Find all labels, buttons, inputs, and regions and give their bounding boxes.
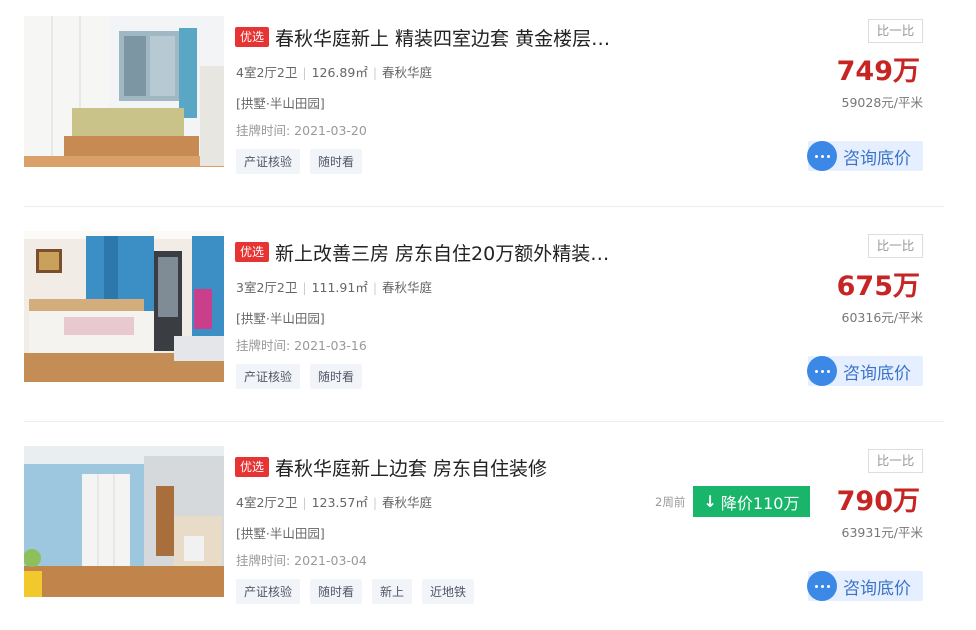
- featured-badge: 优选: [235, 457, 270, 477]
- estate-name[interactable]: 春秋华庭: [382, 65, 432, 80]
- consult-label: 咨询底价: [843, 578, 911, 599]
- listing-title-row[interactable]: 优选 新上改善三房 房东自住20万额外精装…: [235, 239, 609, 265]
- compare-button[interactable]: 比一比: [868, 234, 923, 258]
- chat-bubble-icon: [807, 571, 837, 601]
- tag: 随时看: [310, 364, 363, 389]
- community-location[interactable]: [拱墅·半山田园]: [236, 308, 325, 327]
- consult-price-button[interactable]: 咨询底价: [807, 571, 923, 601]
- listing-photo[interactable]: [24, 446, 224, 597]
- listing-photo[interactable]: [24, 231, 224, 382]
- tag: 新上: [372, 579, 413, 604]
- total-price: 749万: [836, 56, 920, 87]
- separator: |: [372, 495, 378, 510]
- listing-title[interactable]: 春秋华庭新上 精装四室边套 黄金楼层…: [275, 24, 610, 51]
- total-price: 790万: [836, 486, 920, 517]
- tag: 产证核验: [236, 364, 301, 389]
- price-drop-badge: ↓ 降价110万: [693, 486, 810, 517]
- floor-area: 123.57㎡: [311, 495, 368, 510]
- divider: [24, 421, 944, 422]
- listing-date: 挂牌时间: 2021-03-04: [236, 553, 367, 568]
- tag: 产证核验: [236, 579, 301, 604]
- consult-label: 咨询底价: [843, 363, 911, 384]
- consult-price-button[interactable]: 咨询底价: [807, 141, 923, 171]
- listing-info: 4室2厅2卫 | 126.89㎡ | 春秋华庭: [236, 62, 432, 81]
- listing-title-row[interactable]: 优选 春秋华庭新上 精装四室边套 黄金楼层…: [235, 24, 610, 50]
- listing-photo[interactable]: [24, 16, 224, 167]
- chat-bubble-icon: [807, 141, 837, 171]
- separator: |: [372, 65, 378, 80]
- unit-price: 59028元/平米: [841, 95, 923, 110]
- price-drop-label: 降价110万: [720, 493, 800, 513]
- tag-list: 产证核验 随时看 新上 近地铁: [236, 579, 475, 604]
- tag: 随时看: [310, 149, 363, 174]
- estate-name[interactable]: 春秋华庭: [382, 280, 432, 295]
- floor-area: 126.89㎡: [311, 65, 368, 80]
- tag-list: 产证核验 随时看: [236, 364, 363, 389]
- listing-title[interactable]: 春秋华庭新上边套 房东自住装修: [275, 454, 547, 481]
- consult-label: 咨询底价: [843, 148, 911, 169]
- separator: |: [302, 280, 307, 295]
- featured-badge: 优选: [235, 242, 270, 262]
- tag: 随时看: [310, 579, 363, 604]
- divider: [24, 206, 944, 207]
- floor-area: 111.91㎡: [311, 280, 368, 295]
- consult-price-button[interactable]: 咨询底价: [807, 356, 923, 386]
- kids-room-photo-image: [24, 446, 224, 597]
- community-location[interactable]: [拱墅·半山田园]: [236, 93, 325, 112]
- unit-price: 60316元/平米: [841, 310, 923, 325]
- total-price: 675万: [836, 271, 920, 302]
- room-layout: 3室2厅2卫: [236, 280, 298, 295]
- listing-card[interactable]: 优选 春秋华庭新上 精装四室边套 黄金楼层… 4室2厅2卫 | 126.89㎡ | 春秋…: [0, 0, 976, 200]
- listing-info: 3室2厅2卫 | 111.91㎡ | 春秋华庭: [236, 277, 432, 296]
- bedroom-photo-image: [24, 231, 224, 382]
- listing-date: 挂牌时间: 2021-03-16: [236, 338, 367, 353]
- listing-card[interactable]: 优选 新上改善三房 房东自住20万额外精装… 3室2厅2卫 | 111.91㎡ | 春秋…: [0, 215, 976, 415]
- separator: |: [302, 495, 307, 510]
- community-location[interactable]: [拱墅·半山田园]: [236, 523, 325, 542]
- room-layout: 4室2厅2卫: [236, 495, 298, 510]
- bedroom-photo-image: [24, 16, 224, 167]
- listing-title-row[interactable]: 优选 春秋华庭新上边套 房东自住装修: [235, 454, 547, 480]
- listing-list: 优选 春秋华庭新上 精装四室边套 黄金楼层… 4室2厅2卫 | 126.89㎡ | 春秋…: [0, 0, 976, 626]
- separator: |: [302, 65, 307, 80]
- estate-name[interactable]: 春秋华庭: [382, 495, 432, 510]
- unit-price: 63931元/平米: [841, 525, 923, 540]
- chat-bubble-icon: [807, 356, 837, 386]
- listing-title[interactable]: 新上改善三房 房东自住20万额外精装…: [275, 239, 609, 266]
- listing-info: 4室2厅2卫 | 123.57㎡ | 春秋华庭: [236, 492, 432, 511]
- compare-button[interactable]: 比一比: [868, 19, 923, 43]
- tag-list: 产证核验 随时看: [236, 149, 363, 174]
- compare-button[interactable]: 比一比: [868, 449, 923, 473]
- featured-badge: 优选: [235, 27, 270, 47]
- listing-card[interactable]: 优选 春秋华庭新上边套 房东自住装修 4室2厅2卫 | 123.57㎡ | 春秋华庭 […: [0, 430, 976, 630]
- tag: 近地铁: [422, 579, 475, 604]
- down-arrow-icon: ↓: [703, 492, 717, 511]
- listing-date: 挂牌时间: 2021-03-20: [236, 123, 367, 138]
- room-layout: 4室2厅2卫: [236, 65, 298, 80]
- price-drop-time: 2周前: [655, 495, 686, 509]
- separator: |: [372, 280, 378, 295]
- tag: 产证核验: [236, 149, 301, 174]
